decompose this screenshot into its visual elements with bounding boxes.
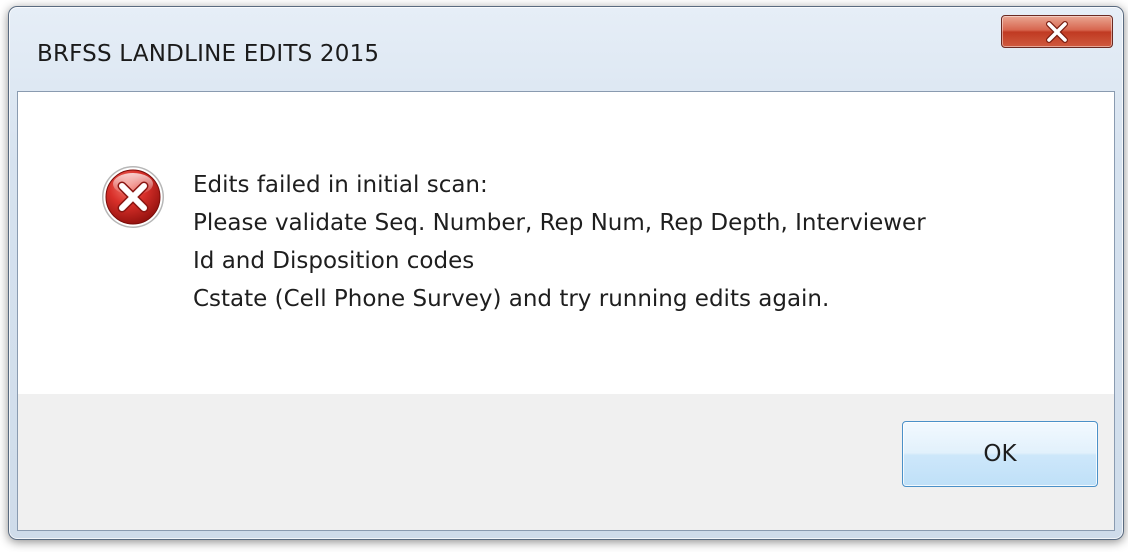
message-line: Id and Disposition codes — [193, 248, 475, 274]
button-bar: OK — [18, 394, 1114, 530]
dialog-client-area: Edits failed in initial scan: Please val… — [17, 91, 1115, 531]
ok-button[interactable]: OK — [902, 421, 1098, 487]
error-message: Edits failed in initial scan: Please val… — [193, 166, 1073, 318]
close-button[interactable] — [1001, 15, 1113, 48]
message-line: Edits failed in initial scan: — [193, 172, 488, 198]
message-line: Cstate (Cell Phone Survey) and try runni… — [193, 286, 830, 312]
close-x-icon — [1046, 20, 1068, 43]
title-bar[interactable]: BRFSS LANDLINE EDITS 2015 — [9, 7, 1123, 91]
message-dialog: BRFSS LANDLINE EDITS 2015 Edits failed i… — [8, 6, 1124, 540]
message-area: Edits failed in initial scan: Please val… — [18, 92, 1114, 394]
message-line: Please validate Seq. Number, Rep Num, Re… — [193, 210, 926, 236]
dialog-title: BRFSS LANDLINE EDITS 2015 — [37, 41, 380, 67]
error-icon — [102, 166, 164, 228]
